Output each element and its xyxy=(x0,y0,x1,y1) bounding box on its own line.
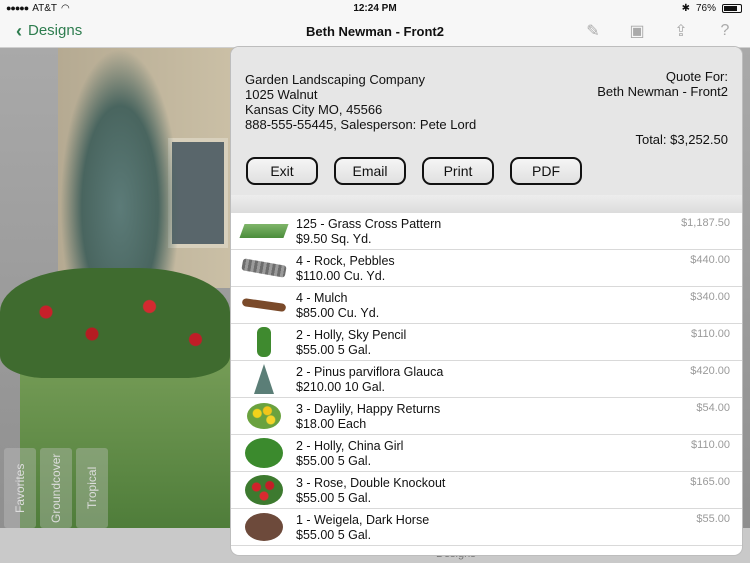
flower-bed-image xyxy=(0,268,230,378)
quote-for: Quote For: Beth Newman - Front2 xyxy=(597,69,728,99)
item-amount: $440.00 xyxy=(690,254,730,266)
company-name: Garden Landscaping Company xyxy=(245,72,425,87)
tab-favorites[interactable]: Favorites xyxy=(4,448,36,528)
battery-percent: 76% xyxy=(695,2,716,14)
company-address-line1: 1025 Walnut xyxy=(245,87,318,102)
list-item[interactable]: 2 - Pinus parviflora Glauca $210.00 10 G… xyxy=(231,361,742,398)
item-name: 2 - Holly, Sky Pencil xyxy=(296,328,407,342)
item-name: 125 - Grass Cross Pattern xyxy=(296,217,442,231)
status-right: ✱ 76% xyxy=(682,3,742,14)
nav-actions: ✎ ▣ ⇪ ? xyxy=(582,19,736,43)
mulch-thumbnail xyxy=(241,292,287,318)
rose-thumbnail xyxy=(241,475,287,505)
share-icon[interactable]: ⇪ xyxy=(670,19,692,43)
plant-category-tabs: Favorites Groundcover Tropical xyxy=(4,448,108,528)
status-bar: ●●●●● AT&T ◠ 12:24 PM ✱ 76% xyxy=(0,0,750,16)
item-amount: $340.00 xyxy=(690,291,730,303)
pdf-button[interactable]: PDF xyxy=(510,157,582,185)
header-divider xyxy=(231,195,742,213)
company-contact: 888-555-55445, Salesperson: Pete Lord xyxy=(245,117,477,132)
rock-thumbnail xyxy=(241,255,287,281)
navigation-bar: ‹ Designs Beth Newman - Front2 ✎ ▣ ⇪ ? xyxy=(0,16,750,48)
holly-sky-thumbnail xyxy=(241,327,287,357)
item-unit-price: $9.50 Sq. Yd. xyxy=(296,232,372,246)
item-unit-price: $110.00 Cu. Yd. xyxy=(296,269,386,283)
list-item[interactable]: 1 - Weigela, Dark Horse $55.00 5 Gal. $5… xyxy=(231,509,742,546)
clock: 12:24 PM xyxy=(353,2,397,14)
item-name: 3 - Daylily, Happy Returns xyxy=(296,402,441,416)
help-icon[interactable]: ? xyxy=(714,19,736,43)
item-name: 4 - Mulch xyxy=(296,291,348,305)
quote-for-name: Beth Newman - Front2 xyxy=(597,84,728,99)
item-unit-price: $55.00 5 Gal. xyxy=(296,454,372,468)
brush-icon[interactable]: ✎ xyxy=(582,19,604,43)
grass-thumbnail xyxy=(239,218,289,244)
tab-groundcover[interactable]: Groundcover xyxy=(40,448,72,528)
item-unit-price: $210.00 10 Gal. xyxy=(296,380,385,394)
quote-popover: Garden Landscaping Company 1025 Walnut K… xyxy=(231,47,742,555)
list-item[interactable]: 4 - Rock, Pebbles $110.00 Cu. Yd. $440.0… xyxy=(231,250,742,287)
quote-actions: Exit Email Print PDF xyxy=(246,157,582,185)
email-button[interactable]: Email xyxy=(334,157,406,185)
item-unit-price: $55.00 5 Gal. xyxy=(296,528,372,542)
quote-header: Garden Landscaping Company 1025 Walnut K… xyxy=(231,47,742,195)
list-item[interactable]: 4 - Mulch $85.00 Cu. Yd. $340.00 xyxy=(231,287,742,324)
item-name: 2 - Holly, China Girl xyxy=(296,439,404,453)
list-item[interactable]: 2 - Holly, Sky Pencil $55.00 5 Gal. $110… xyxy=(231,324,742,361)
weigela-thumbnail xyxy=(241,513,287,541)
bluetooth-icon: ✱ xyxy=(681,2,690,14)
item-name: 1 - Weigela, Dark Horse xyxy=(296,513,430,527)
save-icon[interactable]: ▣ xyxy=(626,19,648,43)
quote-total: Total: $3,252.50 xyxy=(635,132,728,147)
daylily-thumbnail xyxy=(241,403,287,429)
item-amount: $1,187.50 xyxy=(681,217,730,229)
item-name: 4 - Rock, Pebbles xyxy=(296,254,395,268)
list-item[interactable]: 3 - Rose, Double Knockout $55.00 5 Gal. … xyxy=(231,472,742,509)
print-button[interactable]: Print xyxy=(422,157,494,185)
exit-button[interactable]: Exit xyxy=(246,157,318,185)
tab-tropical[interactable]: Tropical xyxy=(76,448,108,528)
item-amount: $165.00 xyxy=(690,476,730,488)
item-name: 2 - Pinus parviflora Glauca xyxy=(296,365,444,379)
holly-china-thumbnail xyxy=(241,438,287,468)
item-unit-price: $18.00 Each xyxy=(296,417,367,431)
company-info: Garden Landscaping Company 1025 Walnut K… xyxy=(245,72,476,132)
quote-item-list[interactable]: 125 - Grass Cross Pattern $9.50 Sq. Yd. … xyxy=(231,213,742,555)
item-unit-price: $85.00 Cu. Yd. xyxy=(296,306,380,320)
item-unit-price: $55.00 5 Gal. xyxy=(296,491,372,505)
pine-thumbnail xyxy=(241,364,287,394)
item-amount: $55.00 xyxy=(696,513,730,525)
item-name: 3 - Rose, Double Knockout xyxy=(296,476,446,490)
list-item[interactable]: 3 - Daylily, Happy Returns $18.00 Each $… xyxy=(231,398,742,435)
item-amount: $54.00 xyxy=(696,402,730,414)
company-address-line2: Kansas City MO, 45566 xyxy=(245,102,383,117)
list-item[interactable]: 125 - Grass Cross Pattern $9.50 Sq. Yd. … xyxy=(231,213,742,250)
item-unit-price: $55.00 5 Gal. xyxy=(296,343,372,357)
quote-for-label: Quote For: xyxy=(665,69,728,84)
item-amount: $110.00 xyxy=(691,328,730,340)
item-amount: $420.00 xyxy=(690,365,730,377)
item-amount: $110.00 xyxy=(691,439,730,451)
battery-icon xyxy=(722,3,742,13)
list-item[interactable]: 2 - Holly, China Girl $55.00 5 Gal. $110… xyxy=(231,435,742,472)
